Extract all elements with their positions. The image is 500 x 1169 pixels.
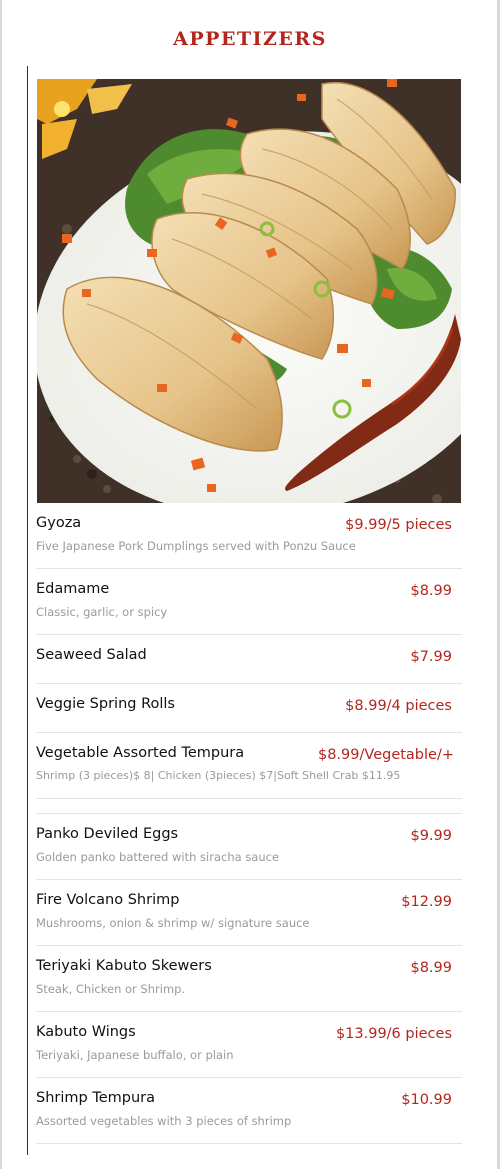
menu-item: Gyoza $9.99/5 pieces Five Japanese Pork … [36, 503, 462, 569]
item-price: $10.99 [401, 1092, 452, 1108]
item-name: Fire Volcano Shrimp [36, 892, 180, 908]
menu-item: Fire Volcano Shrimp $12.99 Mushrooms, on… [36, 880, 462, 946]
item-name: Teriyaki Kabuto Skewers [36, 958, 212, 974]
menu-item: Vegetable Assorted Tempura $8.99/Vegetab… [36, 733, 462, 799]
menu-item-list: Gyoza $9.99/5 pieces Five Japanese Pork … [36, 503, 462, 1144]
section-title: APPETIZERS [173, 28, 327, 50]
menu-item: Panko Deviled Eggs $9.99 Golden panko ba… [36, 814, 462, 880]
item-name: Vegetable Assorted Tempura [36, 745, 245, 761]
item-price: $8.99 [410, 583, 452, 599]
item-price: $9.99/5 pieces [345, 517, 452, 533]
item-price: $7.99 [410, 649, 452, 665]
gyoza-photo [37, 79, 461, 503]
content-vertical-rule [27, 66, 28, 1155]
menu-spacer [36, 799, 462, 814]
item-price: $12.99 [401, 894, 452, 910]
item-name: Kabuto Wings [36, 1024, 136, 1040]
menu-item: Edamame $8.99 Classic, garlic, or spicy [36, 569, 462, 635]
menu-item: Veggie Spring Rolls $8.99/4 pieces [36, 684, 462, 733]
item-name: Gyoza [36, 515, 82, 531]
item-description: Golden panko battered with siracha sauce [36, 850, 280, 864]
item-price: $13.99/6 pieces [335, 1026, 452, 1042]
menu-item: Teriyaki Kabuto Skewers $8.99 Steak, Chi… [36, 946, 462, 1012]
item-price: $9.99 [410, 828, 452, 844]
item-description: Classic, garlic, or spicy [36, 605, 168, 619]
item-name: Edamame [36, 581, 110, 597]
item-price: $8.99 [410, 960, 452, 976]
item-description: Teriyaki, Japanese buffalo, or plain [36, 1048, 234, 1062]
item-name: Veggie Spring Rolls [36, 696, 175, 712]
item-price: $8.99/4 pieces [345, 698, 452, 714]
menu-item: Kabuto Wings $13.99/6 pieces Teriyaki, J… [36, 1012, 462, 1078]
frame-left-border [0, 0, 2, 1169]
gyoza-photo-illustration [37, 79, 461, 503]
item-description: Mushrooms, onion & shrimp w/ signature s… [36, 916, 310, 930]
item-description: Assorted vegetables with 3 pieces of shr… [36, 1114, 292, 1128]
item-name: Panko Deviled Eggs [36, 826, 179, 842]
item-description: Five Japanese Pork Dumplings served with… [36, 539, 356, 553]
menu-item: Shrimp Tempura $10.99 Assorted vegetable… [36, 1078, 462, 1144]
item-description: Steak, Chicken or Shrimp. [36, 982, 186, 996]
item-name: Seaweed Salad [36, 647, 147, 663]
menu-item: Seaweed Salad $7.99 [36, 635, 462, 684]
item-description: Shrimp (3 pieces)$ 8| Chicken (3pieces) … [36, 769, 401, 782]
item-price: $8.99/Vegetable/+ [318, 747, 454, 763]
item-name: Shrimp Tempura [36, 1090, 156, 1106]
